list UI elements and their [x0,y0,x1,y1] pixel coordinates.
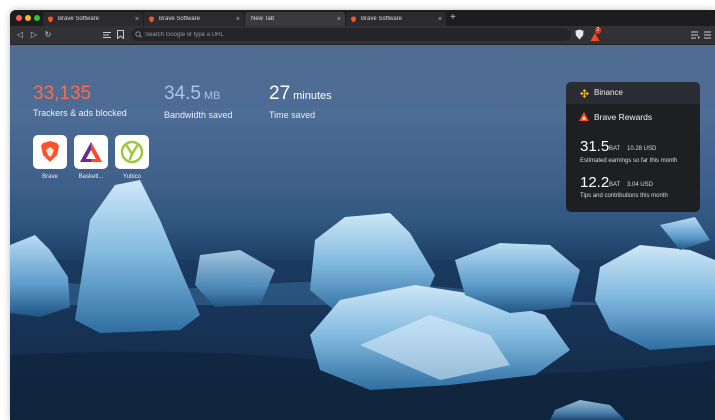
time-unit: minutes [293,90,332,102]
search-icon [135,31,142,38]
tips-unit: BAT [609,182,621,188]
forward-button[interactable]: ▷ [29,30,39,40]
reload-button[interactable]: ↻ [43,30,53,40]
close-window-button[interactable] [16,15,22,21]
tips-usd: 3.04 USD [627,182,654,188]
stat-bandwidth: 34.5 MB Bandwidth saved [164,83,233,120]
tab-brave-software-3[interactable]: Brave Software × [346,12,446,26]
tab-title: New Tab [251,16,275,22]
back-button[interactable]: ◁ [15,30,25,40]
tab-close-icon[interactable]: × [438,16,442,23]
tab-bar: Brave Software × Brave Software × New Ta… [10,10,715,26]
trackers-count: 33,135 [33,83,92,104]
top-site-basketl[interactable] [74,135,108,169]
time-label: Time saved [269,110,316,120]
time-number: 27 [269,83,291,104]
time-value: 27 minutes [269,83,332,107]
menu-icon[interactable] [704,31,711,39]
tab-close-icon[interactable]: × [236,16,240,23]
brave-rewards-widget[interactable]: Brave Rewards 31.5 BAT 10.28 USD Estimat… [566,104,700,212]
bookmark-icon[interactable] [117,30,124,39]
trackers-label: Trackers & ads blocked [33,108,127,118]
brave-lion-icon [149,15,154,23]
address-bar[interactable] [131,28,571,41]
tips-description: Tips and contributions this month [580,193,668,199]
tab-brave-software-1[interactable]: Brave Software × [43,12,143,26]
toolbar: ◁ ▷ ↻ 2 [10,26,715,45]
bandwidth-label: Bandwidth saved [164,110,233,120]
brave-lion-icon [41,141,59,162]
brave-lion-icon [48,15,53,23]
binance-title: Binance [594,88,623,97]
earnings-usd: 10.28 USD [627,146,657,152]
rewards-badge: 2 [595,27,601,34]
tab-new-tab[interactable]: New Tab × [245,12,345,26]
new-tab-page: 33,135 Trackers & ads blocked 34.5 MB Ban… [10,45,715,420]
bandwidth-number: 34.5 [164,83,201,104]
rewards-title: Brave Rewards [594,112,653,122]
minimize-window-button[interactable] [25,15,31,21]
earnings-unit: BAT [609,146,621,152]
tab-brave-software-2[interactable]: Brave Software × [144,12,244,26]
brave-lion-icon [351,15,356,23]
stat-time: 27 minutes Time saved [269,83,332,120]
bandwidth-unit: MB [203,90,221,102]
earnings-value: 31.5 [580,138,610,155]
brave-shields-icon[interactable] [575,29,584,40]
reader-mode-icon[interactable] [103,31,111,39]
tab-title: Brave Software [159,16,201,22]
tab-close-icon[interactable]: × [135,16,139,23]
tab-title: Brave Software [361,16,403,22]
bandwidth-value: 34.5 MB [164,83,233,107]
browser-window: Brave Software × Brave Software × New Ta… [10,10,715,420]
top-site-brave[interactable] [33,135,67,169]
tips-value: 12.2 [580,174,610,191]
earnings-description: Estimated earnings so far this month [580,158,678,164]
top-site-label: Brave [42,174,58,180]
bat-triangle-icon [80,142,102,162]
zoom-window-button[interactable] [34,15,40,21]
rewards-button[interactable]: 2 [590,27,601,41]
top-site-label: Basketl... [78,174,104,180]
binance-logo-icon [580,89,589,98]
top-site-label: Yubico [122,174,141,180]
new-tab-button[interactable]: + [450,13,456,23]
stat-trackers: 33,135 Trackers & ads blocked [33,83,127,118]
tab-title: Brave Software [58,16,100,22]
binance-widget[interactable]: Binance [566,82,700,104]
url-input[interactable] [145,29,545,40]
playlist-icon[interactable] [691,31,700,39]
tab-close-icon[interactable]: × [337,16,341,23]
top-site-yubico[interactable] [115,135,149,169]
yubico-icon [120,140,144,164]
bat-triangle-icon [579,112,589,121]
